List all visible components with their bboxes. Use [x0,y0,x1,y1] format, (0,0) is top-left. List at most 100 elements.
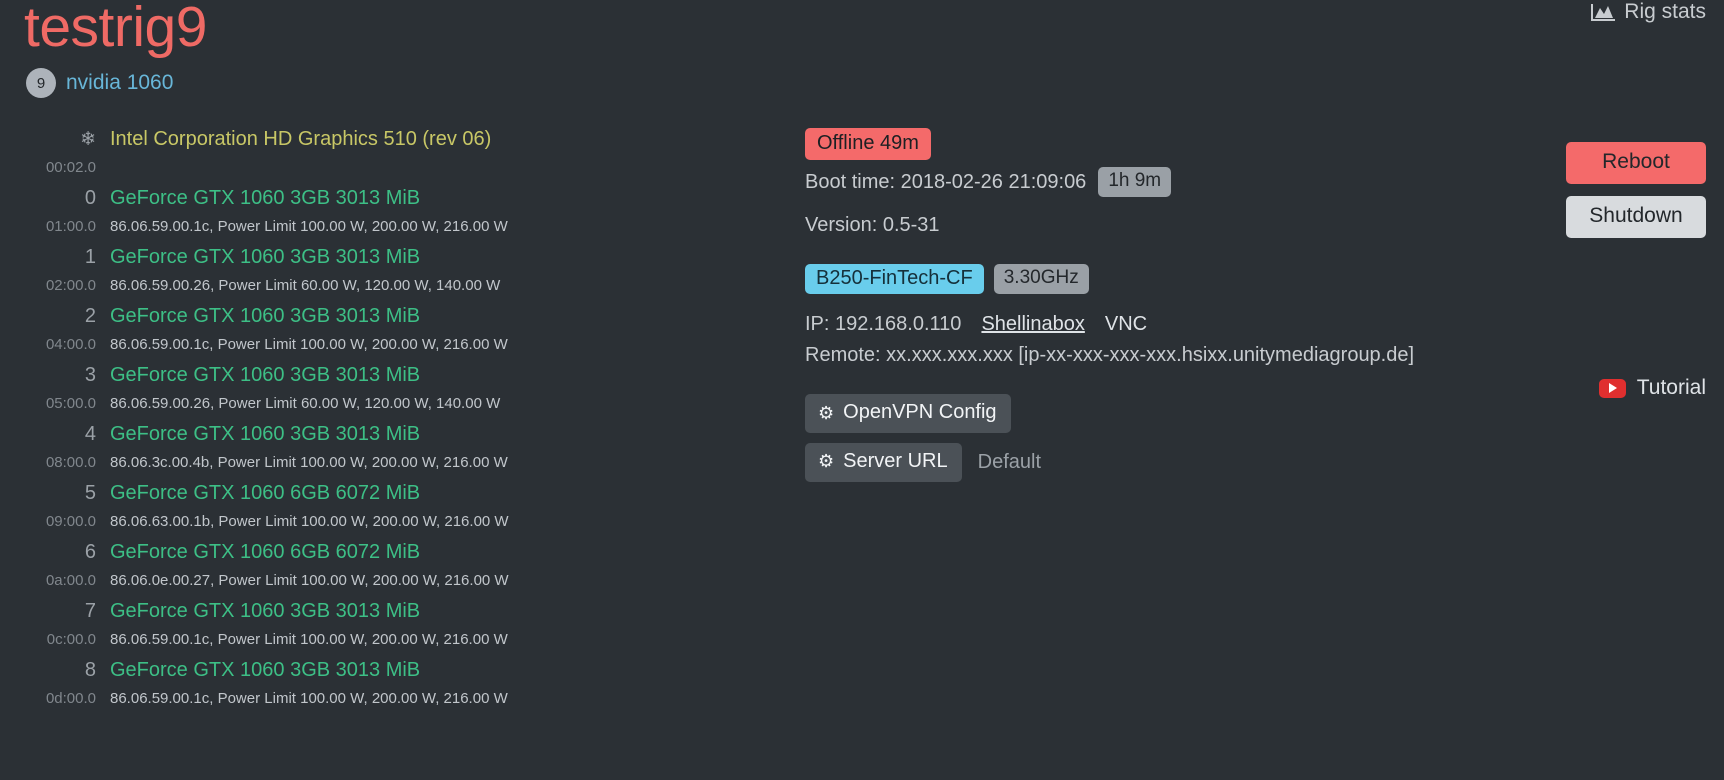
gpu-detail: 86.06.0e.00.27, Power Limit 100.00 W, 20… [110,572,509,589]
gpu-name: GeForce GTX 1060 3GB 3013 MiB [110,305,421,327]
gpu-detail: 86.06.59.00.26, Power Limit 60.00 W, 120… [110,395,501,412]
gpu-detail-row: 0a:00.0 86.06.0e.00.27, Power Limit 100.0… [0,572,700,600]
gpu-busid: 04:00.0 [45,336,96,353]
gpu-detail: 86.06.59.00.1c, Power Limit 100.00 W, 20… [110,336,508,353]
rig-info-panel: Offline 49m Boot time: 2018-02-26 21:09:… [805,128,1445,482]
gpu-busid: 01:00.0 [45,218,96,235]
reboot-button[interactable]: Reboot [1566,142,1706,184]
gpu-index: 1 [84,246,96,268]
gpu-name-row: 6 GeForce GTX 1060 6GB 6072 MiB [0,541,700,572]
status-badge: Offline 49m [805,128,931,161]
gpu-list-item[interactable]: ❄ Intel Corporation HD Graphics 510 (rev … [0,128,700,187]
openvpn-config-button[interactable]: ⚙ OpenVPN Config [805,394,1011,433]
gpu-list-item[interactable]: 1 GeForce GTX 1060 3GB 3013 MiB 02:00.0 86.… [0,246,700,305]
tutorial-label: Tutorial [1636,376,1706,399]
gpu-busid: 0a:00.0 [45,572,96,589]
gpu-name: GeForce GTX 1060 6GB 6072 MiB [110,541,421,563]
gpu-index: 6 [84,541,96,563]
boot-time-row: Boot time: 2018-02-26 21:09:06 1h 9m [805,164,1445,200]
gpu-detail-row: 0d:00.0 86.06.59.00.1c, Power Limit 100.0… [0,690,700,718]
gpu-detail: 86.06.3c.00.4b, Power Limit 100.00 W, 20… [110,454,508,471]
server-url-row: ⚙ Server URL Default [805,442,1445,482]
rig-detail-page: testrig9 9 nvidia 1060 Rig stats ❄ Intel … [0,0,1724,780]
gpu-list-item[interactable]: 3 GeForce GTX 1060 3GB 3013 MiB 05:00.0 86.… [0,364,700,423]
gpu-name-row: 3 GeForce GTX 1060 3GB 3013 MiB [0,364,700,395]
gpu-index: 3 [84,364,96,386]
page-title: testrig9 [24,0,207,59]
snowflake-icon: ❄ [80,129,96,150]
gpu-detail: 86.06.59.00.26, Power Limit 60.00 W, 120… [110,277,501,294]
gpu-name-row: 2 GeForce GTX 1060 3GB 3013 MiB [0,305,700,336]
gpu-busid: 02:00.0 [45,277,96,294]
openvpn-row: ⚙ OpenVPN Config [805,394,1445,434]
gpu-name: GeForce GTX 1060 6GB 6072 MiB [110,482,421,504]
gpu-detail: 86.06.59.00.1c, Power Limit 100.00 W, 20… [110,218,508,235]
gpu-detail-row: 08:00.0 86.06.3c.00.4b, Power Limit 100.0… [0,454,700,482]
shellinabox-link[interactable]: Shellinabox [981,313,1084,336]
status-row: Offline 49m [805,128,1445,164]
area-chart-icon [1590,2,1616,22]
gpu-list-item[interactable]: 8 GeForce GTX 1060 3GB 3013 MiB 0d:00.0 86.… [0,659,700,718]
server-url-label: Server URL [843,449,948,472]
rig-subtitle: 9 nvidia 1060 [26,68,173,98]
gpu-index: 7 [84,600,96,622]
gpu-list-item[interactable]: 2 GeForce GTX 1060 3GB 3013 MiB 04:00.0 86.… [0,305,700,364]
gpu-detail: 86.06.63.00.1b, Power Limit 100.00 W, 20… [110,513,509,530]
rig-stats-label: Rig stats [1624,0,1706,23]
gear-icon: ⚙ [818,451,835,471]
gpu-name: GeForce GTX 1060 3GB 3013 MiB [110,600,421,622]
gpu-busid: 0d:00.0 [45,690,96,707]
gpu-detail-row: 02:00.0 86.06.59.00.26, Power Limit 60.00… [0,277,700,305]
ip-row: IP: 192.168.0.110 Shellinabox VNC [805,313,1445,342]
gpu-detail-row: 01:00.0 86.06.59.00.1c, Power Limit 100.0… [0,218,700,246]
gpu-name: GeForce GTX 1060 3GB 3013 MiB [110,246,421,268]
gpu-busid: 00:02.0 [45,159,96,176]
gpu-list-item[interactable]: 4 GeForce GTX 1060 3GB 3013 MiB 08:00.0 86.… [0,423,700,482]
gpu-index: 0 [84,187,96,209]
youtube-icon [1598,378,1626,398]
version-label: Version: 0.5-31 [805,214,940,236]
gpu-index: 4 [84,423,96,445]
hardware-badges-row: B250-FinTech-CF 3.30GHz [805,262,1445,296]
gpu-name-row: 1 GeForce GTX 1060 3GB 3013 MiB [0,246,700,277]
uptime-badge: 1h 9m [1098,167,1172,197]
cpu-badge: 3.30GHz [993,264,1089,294]
motherboard-badge: B250-FinTech-CF [805,263,984,295]
gpu-detail-row: 04:00.0 86.06.59.00.1c, Power Limit 100.0… [0,336,700,364]
gpu-detail-row: 05:00.0 86.06.59.00.26, Power Limit 60.00… [0,395,700,423]
gpu-name: GeForce GTX 1060 3GB 3013 MiB [110,187,421,209]
gpu-list: ❄ Intel Corporation HD Graphics 510 (rev … [0,128,700,718]
shutdown-button[interactable]: Shutdown [1566,196,1706,238]
tutorial-link[interactable]: Tutorial [1598,376,1706,400]
gear-icon: ⚙ [818,402,835,423]
gpu-list-item[interactable]: 7 GeForce GTX 1060 3GB 3013 MiB 0c:00.0 86.… [0,600,700,659]
gpu-name-row: 5 GeForce GTX 1060 6GB 6072 MiB [0,482,700,513]
rig-actions: Reboot Shutdown Tutorial [1476,128,1706,400]
page-header: testrig9 9 nvidia 1060 Rig stats [0,0,1724,118]
boot-time-label: Boot time: 2018-02-26 21:09:06 [805,170,1087,193]
gpu-name-row: 0 GeForce GTX 1060 3GB 3013 MiB [0,187,700,218]
remote-label: Remote: xx.xxx.xxx.xxx [ip-xx-xxx-xxx-xx… [805,344,1415,366]
server-url-button[interactable]: ⚙ Server URL [805,442,962,482]
gpu-busid: 08:00.0 [45,454,96,471]
gpu-list-item[interactable]: 0 GeForce GTX 1060 3GB 3013 MiB 01:00.0 86.… [0,187,700,246]
gpu-name-row: 8 GeForce GTX 1060 3GB 3013 MiB [0,659,700,690]
gpu-detail: 86.06.59.00.1c, Power Limit 100.00 W, 20… [110,690,508,707]
gpu-name-row: ❄ Intel Corporation HD Graphics 510 (rev … [0,128,700,159]
gpu-index: 5 [84,482,96,504]
gpu-name: GeForce GTX 1060 3GB 3013 MiB [110,364,421,386]
gpu-index: 2 [84,305,96,327]
server-url-value: Default [977,450,1041,473]
openvpn-config-label: OpenVPN Config [843,401,997,423]
gpu-name: GeForce GTX 1060 3GB 3013 MiB [110,423,421,445]
rig-stats-button[interactable]: Rig stats [1590,0,1706,24]
rig-gpu-summary[interactable]: nvidia 1060 [66,71,173,95]
gpu-busid: 09:00.0 [45,513,96,530]
gpu-detail: 86.06.59.00.1c, Power Limit 100.00 W, 20… [110,631,508,648]
gpu-list-item[interactable]: 5 GeForce GTX 1060 6GB 6072 MiB 09:00.0 86.… [0,482,700,541]
gpu-list-item[interactable]: 6 GeForce GTX 1060 6GB 6072 MiB 0a:00.0 86.… [0,541,700,600]
vnc-link[interactable]: VNC [1105,313,1147,336]
main-content: ❄ Intel Corporation HD Graphics 510 (rev … [0,128,1724,780]
gpu-index: 8 [84,659,96,681]
gpu-name: GeForce GTX 1060 3GB 3013 MiB [110,659,421,681]
